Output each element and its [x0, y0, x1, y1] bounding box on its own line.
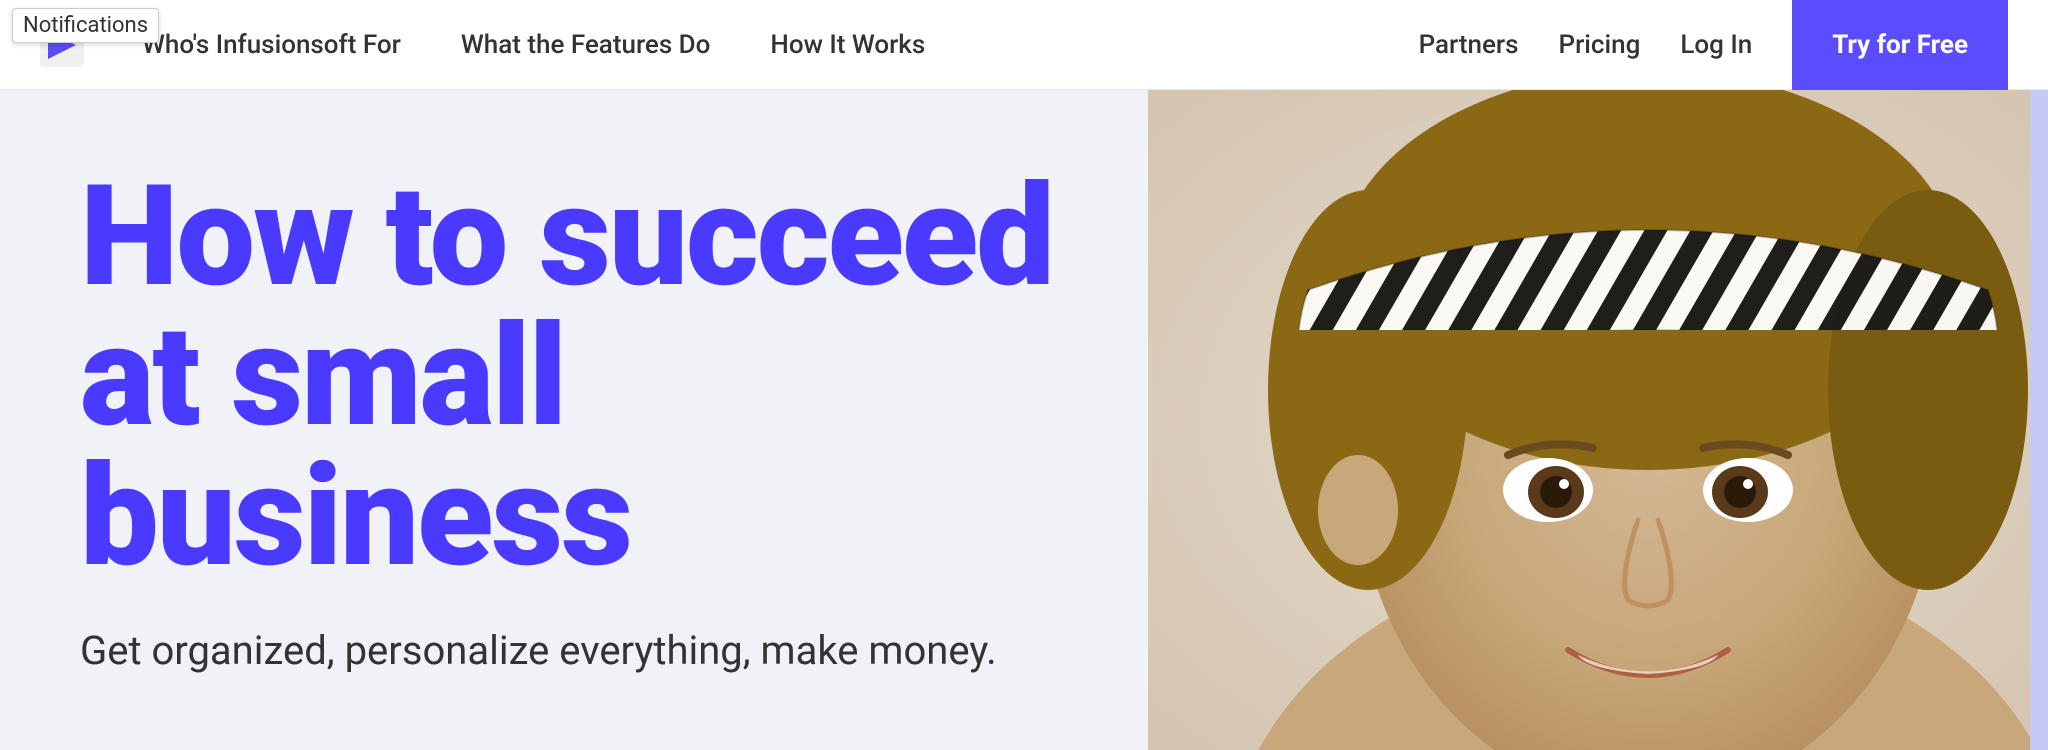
notifications-tooltip: Notifications: [12, 8, 159, 43]
nav-link-pricing[interactable]: Pricing: [1559, 30, 1641, 60]
nav-link-login[interactable]: Log In: [1680, 30, 1752, 60]
nav-link-whos-for[interactable]: Who's Infusionsoft For: [112, 0, 431, 90]
nav-links: Who's Infusionsoft For What the Features…: [112, 0, 1419, 90]
nav-right: Partners Pricing Log In Try for Free: [1419, 0, 2008, 90]
hero-image: [1148, 90, 2048, 750]
nav-link-how-it-works[interactable]: How It Works: [740, 0, 955, 90]
navbar: Notifications Who's Infusionsoft For Wha…: [0, 0, 2048, 90]
hero-content: How to succeed at small business Get org…: [0, 90, 1150, 750]
nav-link-features[interactable]: What the Features Do: [431, 0, 741, 90]
hero-section: How to succeed at small business Get org…: [0, 90, 2048, 750]
hero-heading: How to succeed at small business: [80, 167, 1070, 587]
nav-link-partners[interactable]: Partners: [1419, 30, 1519, 60]
try-for-free-button[interactable]: Try for Free: [1792, 0, 2008, 90]
hero-subheading: Get organized, personalize everything, m…: [80, 627, 1070, 674]
hero-illustration: [1148, 90, 2048, 750]
